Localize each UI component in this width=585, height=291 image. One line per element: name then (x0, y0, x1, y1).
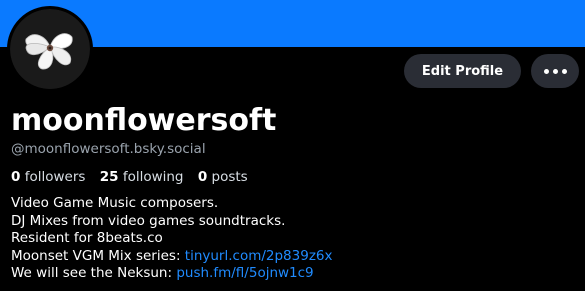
bio-link-pushfm[interactable]: push.fm/fl/5ojnw1c9 (176, 265, 313, 281)
bio-link-tinyurl[interactable]: tinyurl.com/2p839z6x (185, 248, 333, 264)
bio-line-text: Moonset VGM Mix series: (11, 247, 185, 264)
profile-stats: 0 followers 25 following 0 posts (11, 167, 258, 187)
followers-label: followers (24, 169, 86, 185)
ellipsis-icon (561, 68, 567, 74)
ellipsis-icon (543, 68, 549, 74)
more-options-button[interactable] (531, 54, 579, 88)
avatar[interactable] (7, 6, 93, 92)
profile-handle: @moonflowersoft.bsky.social (11, 141, 206, 157)
profile-page: Edit Profile moonflowersoft @moonflowers… (0, 0, 585, 291)
bio-line: Moonset VGM Mix series: tinyurl.com/2p83… (11, 248, 333, 266)
bio-line: We will see the Neksun: push.fm/fl/5ojnw… (11, 265, 333, 283)
following-label: following (122, 169, 184, 185)
ellipsis-icon (552, 68, 558, 74)
bio-line: Video Game Music composers. (11, 195, 219, 211)
following-count: 25 (99, 169, 119, 185)
posts-label: posts (211, 169, 248, 185)
followers-count: 0 (11, 169, 21, 185)
bio-line: Resident for 8beats.co (11, 230, 163, 246)
profile-bio: Video Game Music composers. DJ Mixes fro… (11, 195, 333, 283)
edit-profile-button[interactable]: Edit Profile (404, 54, 521, 88)
bio-line-text: We will see the Neksun: (11, 265, 177, 281)
moonflower-avatar-icon (10, 9, 90, 89)
posts-count: 0 (197, 169, 208, 185)
following-stat[interactable]: 25 following (100, 169, 184, 185)
bio-line: DJ Mixes from video games soundtracks. (11, 212, 286, 229)
posts-stat: 0 posts (198, 169, 248, 185)
display-name: moonflowersoft (11, 103, 277, 138)
followers-stat[interactable]: 0 followers (11, 169, 85, 185)
